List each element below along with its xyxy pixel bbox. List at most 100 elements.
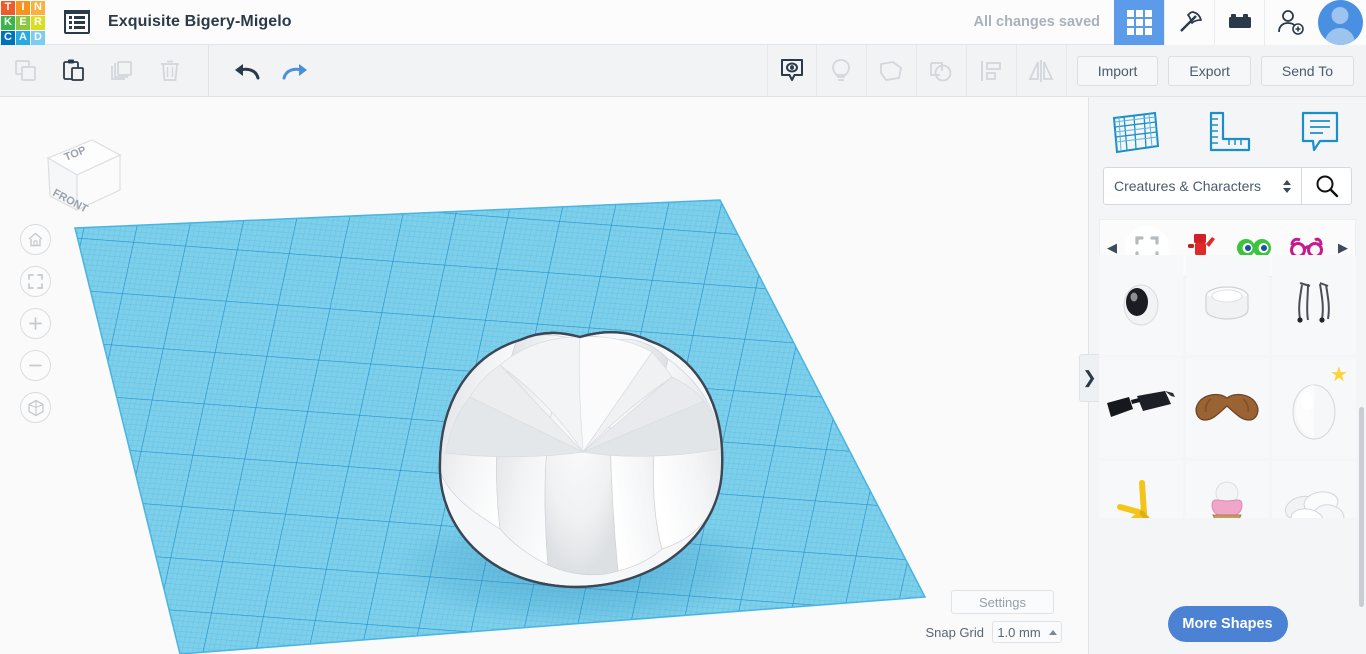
duplicate-icon [111,60,132,80]
search-button[interactable] [1302,167,1352,205]
shape-whiskers[interactable] [1272,255,1356,355]
edit-toolbar: Import Export Send To [0,45,1366,97]
delete-button[interactable] [146,45,194,96]
redo-button[interactable] [271,45,319,96]
shape-eyeball[interactable] [1099,255,1183,355]
logo-tile-k-3: K [1,15,15,30]
shape-category-select[interactable]: Creatures & Characters [1103,167,1302,205]
star-badge-icon: ★ [1330,364,1348,386]
ungroup-glyph [930,61,952,81]
workplane-3d-scene: Workplane [74,199,927,654]
logo-tile-t-0: T [1,0,15,15]
shape-search-row: Creatures & Characters [1089,167,1366,207]
plus-icon [29,317,42,330]
zoom-in-button[interactable] [20,308,51,339]
visibility-icon[interactable] [766,45,817,96]
duplicate-button[interactable] [98,45,146,96]
design-list-icon[interactable] [64,10,90,34]
cube-projection-icon [27,399,44,416]
cloud-icon [1285,491,1345,518]
redo-icon [282,63,307,79]
lightbulb-glyph [832,58,851,81]
add-person-glyph [1277,10,1304,35]
shapes-panel: Creatures & Characters ◀ ▶ ★ More Shapes [1088,97,1366,654]
workplane-tool-icon[interactable] [1089,108,1181,156]
more-shapes-button[interactable]: More Shapes [1167,606,1288,642]
logo-tile-d-8: D [31,30,45,45]
save-status-text: All changes saved [973,14,1100,30]
mirror-glyph [1028,59,1054,82]
avatar-image [1317,0,1363,45]
grid-apps-icon[interactable] [1114,0,1164,45]
ruler-tool-icon[interactable] [1181,108,1273,156]
undo-button[interactable] [223,45,271,96]
visibility-glyph [780,58,803,81]
snap-grid-dropdown[interactable]: 1.0 mm [992,621,1062,643]
shape-ice-cream-cone[interactable] [1185,461,1270,518]
logo-tile-n-2: N [31,0,45,15]
snap-grid-label: Snap Grid [925,624,984,640]
pickaxe-icon[interactable] [1164,0,1214,45]
zoom-out-button[interactable] [20,350,51,381]
tinkercad-logo[interactable]: TIN KER CAD [0,0,45,45]
design-canvas[interactable]: Workplane [0,97,1088,654]
logo-tile-r-5: R [31,15,45,30]
group-icon[interactable] [866,45,917,96]
shape-mustache[interactable] [1185,358,1270,458]
shape-cloud[interactable] [1272,461,1356,518]
shape-grid: ★ [1099,255,1356,518]
bird-foot-icon [1116,480,1150,518]
ungroup-icon[interactable] [916,45,967,96]
align-icon[interactable] [966,45,1017,96]
add-person-icon[interactable] [1264,0,1314,45]
home-view-button[interactable] [20,224,51,255]
shape-bird-foot[interactable] [1099,461,1183,518]
notes-tool-icon[interactable] [1274,107,1366,157]
shape-grid-scrollbar[interactable] [1359,407,1364,607]
logo-tile-i-1: I [16,0,30,15]
panel-tool-icons [1089,97,1366,167]
tab-scroll-left[interactable]: ◀ [1104,240,1120,256]
send-to-button[interactable]: Send To [1260,55,1354,86]
pumpkin-shape[interactable] [438,331,724,589]
top-header-bar: TIN KER CAD Exquisite Bigery-Migelo All ch… [0,0,1366,45]
search-icon [1316,175,1338,198]
lego-brick-icon[interactable] [1214,0,1264,45]
paste-icon [63,59,84,81]
logo-tile-a-7: A [16,30,30,45]
mirror-icon[interactable] [1016,45,1067,96]
notes-tool-glyph [1301,111,1338,152]
home-icon [28,232,43,247]
chevron-updown-icon [1283,179,1291,193]
pickaxe-glyph [1179,11,1202,32]
page-title: Exquisite Bigery-Migelo [108,13,292,30]
lightbulb-icon[interactable] [816,45,867,96]
tab-scroll-right[interactable]: ▶ [1335,240,1351,256]
import-button[interactable]: Import [1076,55,1159,86]
logo-tile-c-6: C [1,30,15,45]
view-cube-glyph: TOP FRONT [46,139,122,216]
paste-button[interactable] [50,45,98,96]
settings-button[interactable]: Settings [951,590,1054,614]
shape-category-value: Creatures & Characters [1114,178,1262,194]
undo-icon [235,63,260,79]
fit-view-icon [28,274,43,289]
shape-white-cylinder[interactable] [1185,255,1270,355]
minus-icon [29,364,42,367]
view-cube[interactable]: TOP FRONT [20,115,128,220]
snap-grid-value: 1.0 mm [997,624,1041,640]
chevron-up-icon [1048,629,1057,635]
ruler-tool-glyph [1210,111,1251,152]
chevron-right-icon: ❯ [1082,368,1097,387]
shape-sunglasses[interactable] [1099,358,1183,458]
export-button[interactable]: Export [1168,55,1251,86]
grid-apps-glyph [1127,9,1152,35]
projection-toggle-button[interactable] [20,392,51,423]
fit-to-view-button[interactable] [20,266,51,297]
group-glyph [880,60,903,81]
panel-collapse-handle[interactable]: ❯ [1079,354,1099,402]
avatar[interactable] [1314,0,1366,45]
copy-button[interactable] [2,45,50,96]
tinkercad-app: TIN KER CAD Exquisite Bigery-Migelo All ch… [0,0,1366,654]
shape-egg[interactable]: ★ [1272,358,1356,458]
